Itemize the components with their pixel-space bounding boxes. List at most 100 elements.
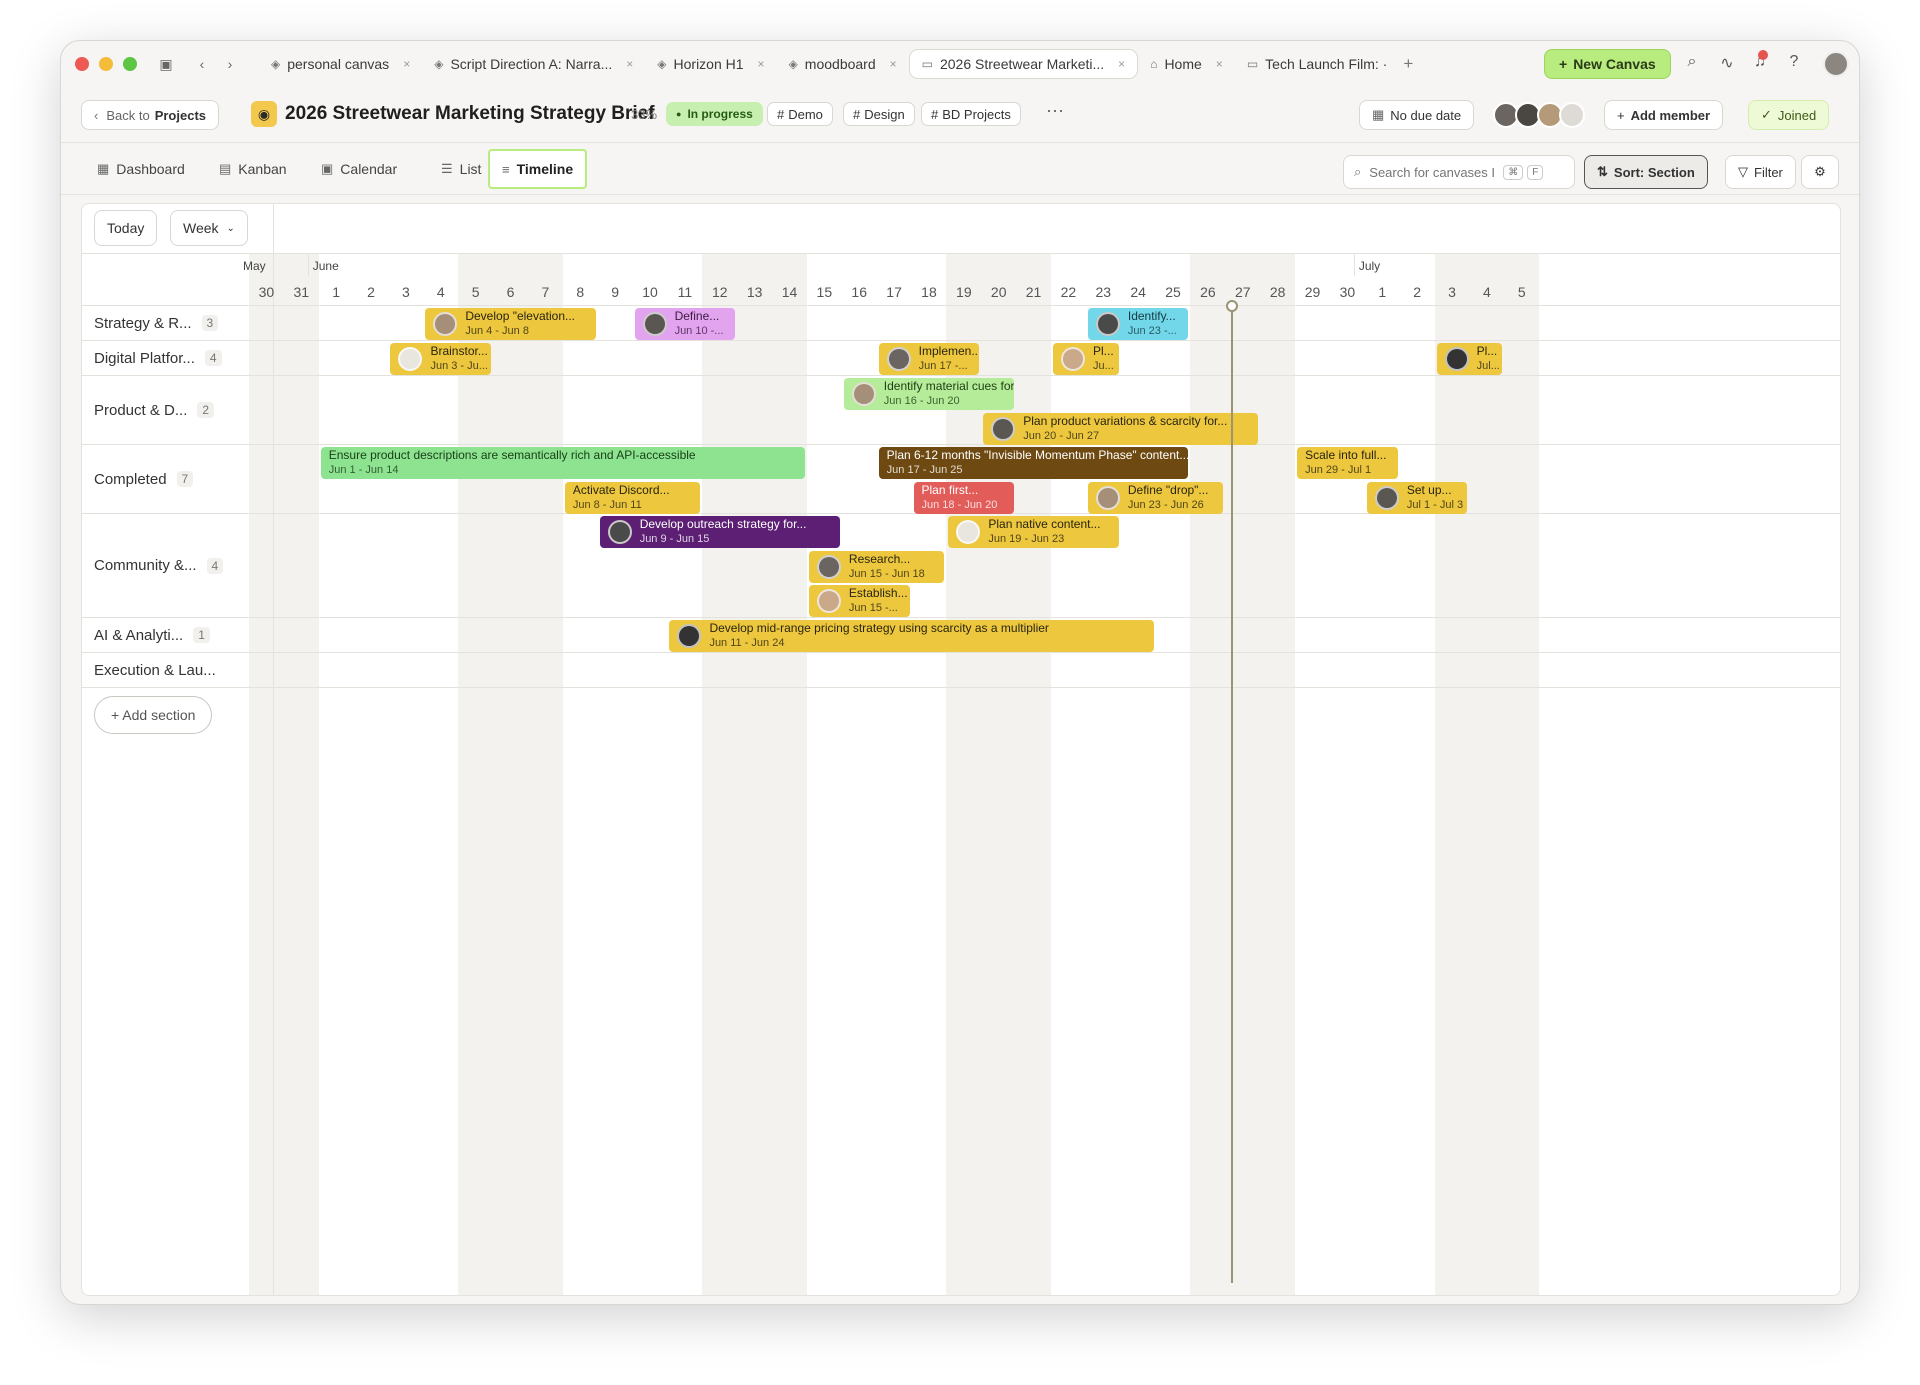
task-bar[interactable]: Define "drop"... Jun 23 - Jun 26 [1087, 481, 1224, 514]
task-bar[interactable]: Develop mid-range pricing strategy using… [669, 620, 1154, 652]
sidebar-toggle-icon[interactable]: ▣ [157, 56, 175, 73]
tab-list[interactable]: ☰ List [429, 149, 493, 189]
home-icon: ⌂ [1150, 57, 1158, 71]
task-bar[interactable]: Identify... Jun 23 -... [1087, 308, 1189, 340]
tab-kanban[interactable]: ▤ Kanban [207, 149, 299, 189]
tab-label: Home [1164, 56, 1202, 72]
back-label: Back to [106, 107, 150, 123]
task-bar[interactable]: Implemen... Jun 17 -... [878, 343, 980, 375]
close-window-button[interactable] [75, 57, 89, 71]
timeline-icon: ≡ [502, 161, 510, 177]
tag-label: Demo [788, 106, 823, 122]
task-dates: Jun 17 - Jun 25 [886, 464, 963, 476]
minimize-window-button[interactable] [99, 57, 113, 71]
task-title: Set up... [1406, 482, 1452, 497]
close-tab-icon[interactable]: × [403, 57, 410, 71]
filter-button[interactable]: ▽ Filter [1725, 155, 1796, 189]
task-bar[interactable]: Ensure product descriptions are semantic… [320, 447, 805, 479]
tab-home[interactable]: ⌂ Home × [1138, 49, 1235, 79]
search-icon[interactable]: ⌕ [1681, 53, 1703, 71]
tab-script-direction[interactable]: ◈ Script Direction A: Narra... × [422, 49, 645, 79]
tag-design[interactable]: # Design [843, 102, 915, 126]
more-options-icon[interactable]: ⋯ [1046, 101, 1064, 122]
settings-button[interactable]: ⚙ [1801, 155, 1839, 189]
new-tab-button[interactable]: + [1403, 54, 1413, 74]
close-tab-icon[interactable]: × [758, 57, 765, 71]
tab-tech-launch-film[interactable]: ▭ Tech Launch Film: · [1235, 49, 1400, 79]
status-badge[interactable]: ● In progress [666, 102, 763, 126]
user-avatar[interactable] [1823, 51, 1849, 77]
assignee-avatar [956, 520, 981, 544]
tab-streetwear-marketing[interactable]: ▭ 2026 Streetwear Marketi... × [908, 49, 1139, 79]
tab-calendar[interactable]: ▣ Calendar [309, 149, 409, 189]
close-tab-icon[interactable]: × [1118, 57, 1125, 71]
task-bar[interactable]: Develop "elevation... Jun 4 - Jun 8 [425, 308, 596, 340]
forward-arrow-icon[interactable]: › [221, 56, 239, 72]
help-icon[interactable]: ? [1783, 53, 1805, 71]
task-dates: Jul 1 - Jul 3 [1406, 498, 1464, 511]
task-bar[interactable]: Plan product variations & scarcity for..… [983, 412, 1259, 445]
section-label[interactable]: AI & Analyti... 1 [94, 627, 210, 644]
assignee-avatar [816, 589, 841, 613]
task-bar[interactable]: Pl... Jul... [1436, 343, 1503, 375]
back-arrow-icon[interactable]: ‹ [193, 56, 211, 72]
maximize-window-button[interactable] [123, 57, 137, 71]
section-label[interactable]: Execution & Lau... [94, 662, 216, 679]
tag-bd-projects[interactable]: # BD Projects [921, 102, 1021, 126]
task-bar[interactable]: Define... Jun 10 -... [634, 308, 736, 340]
tab-dashboard[interactable]: ▦ Dashboard [85, 149, 197, 189]
activity-icon[interactable]: ∿ [1716, 53, 1738, 73]
search-canvases[interactable]: ⌕ ⌘ F [1343, 155, 1575, 189]
task-bar[interactable]: Scale into full... Jun 29 - Jul 1 [1297, 447, 1398, 479]
tab-label: Tech Launch Film: · [1265, 56, 1388, 72]
section-label[interactable]: Digital Platfor... 4 [94, 350, 222, 367]
section-label[interactable]: Completed 7 [94, 471, 194, 488]
member-avatars[interactable] [1493, 102, 1585, 128]
add-section-button[interactable]: + Add section [94, 696, 213, 734]
task-bar[interactable]: Plan native content... Jun 19 - Jun 23 [948, 516, 1119, 548]
task-bar[interactable]: Plan first... Jun 18 - Jun 20 [913, 481, 1015, 514]
task-text: Identify... Jun 23 -... [1128, 309, 1177, 339]
search-input[interactable] [1369, 164, 1500, 180]
task-bar[interactable]: Develop outreach strategy for... Jun 9 - … [599, 516, 840, 548]
back-target: Projects [154, 107, 207, 123]
close-tab-icon[interactable]: × [1216, 57, 1223, 71]
tab-moodboard[interactable]: ◈ moodboard × [777, 49, 909, 79]
new-canvas-label: New Canvas [1573, 56, 1656, 72]
task-title: Implemen... [918, 344, 980, 358]
task-dates: Jun 9 - Jun 15 [639, 533, 710, 545]
joined-button[interactable]: ✓ Joined [1748, 100, 1830, 130]
new-canvas-button[interactable]: + New Canvas [1544, 49, 1671, 79]
section-label[interactable]: Community &... 4 [94, 557, 224, 574]
month-label: June [312, 259, 339, 273]
close-tab-icon[interactable]: × [890, 57, 897, 71]
page-title[interactable]: 2026 Streetwear Marketing Strategy Brief [285, 103, 655, 125]
tag-demo[interactable]: # Demo [767, 102, 833, 126]
task-bar[interactable]: Brainstor... Jun 3 - Ju... [390, 343, 492, 375]
task-dates: Jun 8 - Jun 11 [572, 498, 642, 511]
task-bar[interactable]: Plan 6-12 months "Invisible Momentum Pha… [878, 447, 1189, 479]
task-bar[interactable]: Establish... Jun 15 -... [808, 585, 910, 617]
view-bar: ▦ Dashboard ▤ Kanban ▣ Calendar ☰ List ≡ Time… [61, 143, 1859, 195]
due-date-button[interactable]: ▦ No due date [1359, 100, 1475, 130]
task-bar[interactable]: Research... Jun 15 - Jun 18 [808, 550, 945, 583]
title-bar: ▣ ‹ › ◈ personal canvas × ◈ Script Directio… [61, 41, 1859, 87]
section-count: 3 [201, 315, 219, 331]
section-label[interactable]: Strategy & R... 3 [94, 315, 219, 332]
tab-label: List [459, 161, 482, 177]
back-to-projects-button[interactable]: ‹ Back to Projects [81, 100, 220, 130]
task-bar[interactable]: Pl... Ju... [1053, 343, 1119, 375]
sort-button[interactable]: ⇅ Sort: Section [1584, 155, 1708, 189]
tab-timeline[interactable]: ≡ Timeline [488, 149, 588, 189]
task-title: Identify material cues for... [883, 379, 1015, 393]
tab-horizon-h1[interactable]: ◈ Horizon H1 × [645, 49, 776, 79]
task-bar[interactable]: Set up... Jul 1 - Jul 3 [1366, 481, 1468, 514]
task-bar[interactable]: Identify material cues for... Jun 16 - Ju… [843, 378, 1015, 410]
task-dates: Jun 17 -... [918, 360, 968, 372]
section-label[interactable]: Product & D... 2 [94, 402, 215, 419]
add-member-button[interactable]: + Add member [1604, 100, 1724, 130]
close-tab-icon[interactable]: × [626, 57, 633, 71]
task-bar[interactable]: Activate Discord... Jun 8 - Jun 11 [564, 481, 701, 514]
tab-personal-canvas[interactable]: ◈ personal canvas × [259, 49, 422, 79]
search-icon: ⌕ [1354, 164, 1362, 179]
